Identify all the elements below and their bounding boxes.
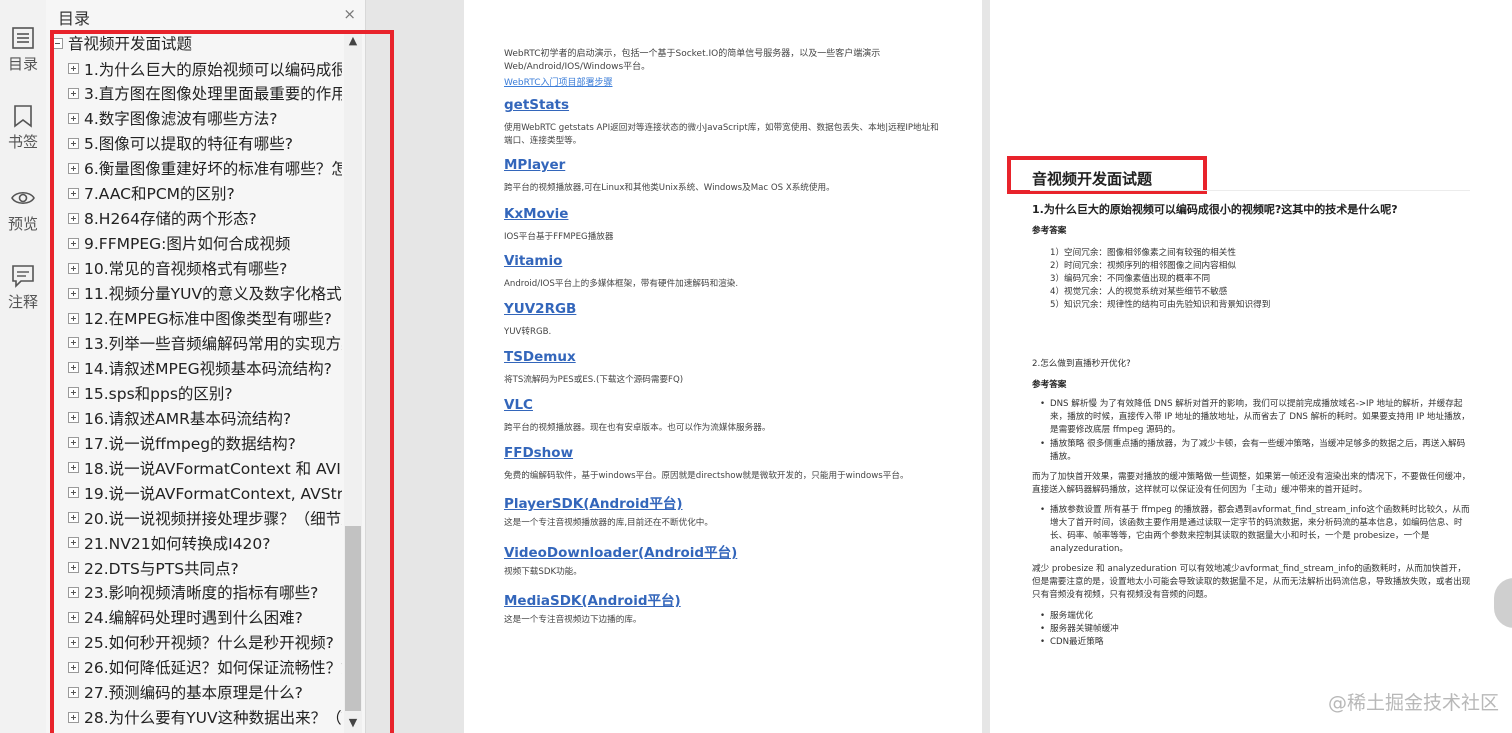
library-title-link[interactable]: KxMovie: [504, 206, 568, 222]
document-page-left: WebRTC初学者的启动演示，包括一个基于Socket.IO的简单信号服务器，以…: [464, 0, 982, 733]
toc-close-icon[interactable]: ×: [343, 5, 356, 23]
rail-bookmark-button[interactable]: 书签: [0, 104, 46, 152]
intro-text: WebRTC初学者的启动演示，包括一个基于Socket.IO的简单信号服务器，以…: [504, 49, 881, 72]
heading-divider: [1030, 190, 1470, 191]
library-description: 这是一个专注音视频播放器的库,目前还在不断优化中。: [504, 518, 713, 528]
toc-list-icon: [12, 27, 34, 49]
bookmark-icon: [14, 105, 32, 128]
library-title-link[interactable]: PlayerSDK(Android平台): [504, 492, 683, 512]
bullet-item: 服务器关键帧缓冲: [1040, 623, 1470, 636]
pdf-reader-window: 目录 书签 预览 注释 目录 × 音视频开发面试题 1.为什么巨大的原始视频可以…: [0, 0, 1512, 733]
rail-preview-label: 预览: [7, 215, 38, 233]
watermark: @稀土掘金技术社区: [1328, 692, 1500, 714]
highlight-box: [50, 30, 394, 733]
library-title-link[interactable]: Vitamio: [504, 253, 562, 269]
document-page-right: 音视频开发面试题 1.为什么巨大的原始视频可以编码成很小的视频呢?这其中的技术是…: [990, 0, 1512, 733]
library-description: 使用WebRTC getstats API返回对等连接状态的微小JavaScri…: [504, 123, 939, 146]
rail-toc-label: 目录: [7, 55, 38, 73]
library-title-link[interactable]: TSDemux: [504, 349, 576, 365]
library-title-link[interactable]: MediaSDK(Android平台): [504, 589, 681, 609]
library-description: 免费的编解码软件，基于windows平台。原因就是directshow就是微软开…: [504, 471, 909, 481]
library-description: YUV转RGB.: [504, 327, 552, 337]
bullet-item: 播放策略 很多侧重点播的播放器，为了减少卡顿，会有一些缓冲策略，当缓冲足够多的数…: [1040, 438, 1470, 464]
side-rail: 目录 书签 预览 注释: [0, 0, 46, 733]
heading-highlight-box: [1007, 156, 1207, 194]
numbered-item: 4）视觉冗余：人的视觉系统对某些细节不敏感: [1050, 287, 1228, 297]
rail-bookmark-label: 书签: [7, 133, 38, 151]
comment-icon: [12, 265, 34, 288]
library-title-link[interactable]: getStats: [504, 97, 569, 113]
library-title-link[interactable]: VideoDownloader(Android平台): [504, 541, 737, 561]
toc-panel: 目录 × 音视频开发面试题 1.为什么巨大的原始视频可以编码成很小 3.直方图在图…: [46, 0, 394, 733]
rail-toc-button[interactable]: 目录: [0, 26, 46, 74]
intro-link[interactable]: WebRTC入门项目部署步骤: [504, 75, 612, 88]
numbered-item: 1）空间冗余：图像相邻像素之间有较强的相关性: [1050, 248, 1236, 258]
library-title-link[interactable]: VLC: [504, 397, 533, 413]
question-2-title: 2.怎么做到直播秒开优化?: [1032, 359, 1131, 369]
bullet-item: CDN最近策略: [1040, 636, 1470, 649]
rail-notes-button[interactable]: 注释: [0, 264, 46, 312]
bullet-item: DNS 解析慢 为了有效降低 DNS 解析对首开的影响，我们可以提前完成播放域名…: [1040, 398, 1470, 437]
library-title-link[interactable]: YUV2RGB: [504, 301, 576, 317]
numbered-item: 3）编码冗余：不同像素值出现的概率不同: [1050, 274, 1211, 284]
answer-label: 参考答案: [1032, 226, 1067, 236]
library-title-link[interactable]: MPlayer: [504, 157, 565, 173]
numbered-item: 5）知识冗余：规律性的结构可由先验知识和背景知识得到: [1050, 300, 1271, 310]
library-description: 这是一个专注音视频边下边播的库。: [504, 615, 642, 625]
bullet-item: 播放参数设置 所有基于 ffmpeg 的播放器，都会遇到avformat_fin…: [1040, 504, 1470, 556]
toc-header: 目录 ×: [46, 0, 366, 30]
toc-title: 目录: [58, 9, 91, 28]
bullet-item: 服务端优化: [1040, 610, 1470, 623]
rail-notes-label: 注释: [7, 293, 38, 311]
library-description: 视频下载SDK功能。: [504, 567, 582, 577]
library-description: 跨平台的视频播放器。现在也有安卓版本。也可以作为流媒体服务器。: [504, 423, 771, 433]
library-title-link[interactable]: FFDshow: [504, 445, 573, 461]
paragraph: 减少 probesize 和 analyzeduration 可以有效地减少av…: [1032, 564, 1471, 600]
library-description: Android/IOS平台上的多媒体框架，带有硬件加速解码和渲染.: [504, 279, 739, 289]
rail-preview-button[interactable]: 预览: [0, 186, 46, 234]
library-description: IOS平台基于FFMPEG播放器: [504, 232, 614, 242]
eye-icon: [11, 191, 35, 205]
library-description: 跨平台的视频播放器,可在Linux和其他类Unix系统、Windows及Mac …: [504, 183, 835, 193]
answer-label: 参考答案: [1032, 380, 1067, 390]
paragraph: 而为了加快首开效果，需要对播放的缓冲策略做一些调整，如果第一帧还没有渲染出来的情…: [1032, 472, 1471, 495]
numbered-item: 2）时间冗余：视频序列的相邻图像之间内容相似: [1050, 261, 1236, 271]
question-1-title: 1.为什么巨大的原始视频可以编码成很小的视频呢?这其中的技术是什么呢?: [1032, 203, 1398, 216]
library-description: 将TS流解码为PES或ES.(下载这个源码需要FQ): [504, 375, 684, 385]
